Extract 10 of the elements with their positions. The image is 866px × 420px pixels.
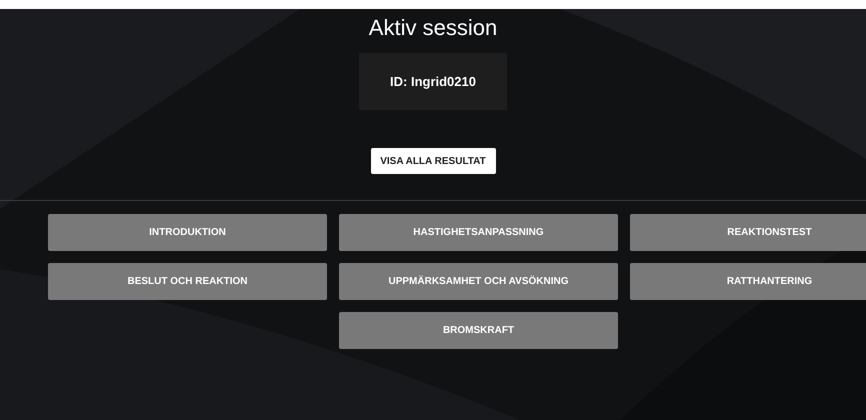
module-button[interactable]: RATTHANTERING [630, 263, 866, 300]
page-title: Aktiv session [368, 14, 498, 42]
module-button[interactable]: HASTIGHETSANPASSNING [339, 214, 618, 251]
show-results-button[interactable]: VISA ALLA RESULTAT [370, 148, 496, 174]
module-button[interactable]: BROMSKRAFT [339, 312, 618, 349]
module-button[interactable]: INTRODUKTION [48, 214, 327, 251]
module-button[interactable]: REAKTIONSTEST [630, 214, 866, 251]
session-id: ID: Ingrid0210 [390, 72, 476, 91]
module-button[interactable]: BESLUT OCH REAKTION [48, 263, 327, 300]
module-button[interactable]: UPPMÄRKSAMHET OCH AVSÖKNING [339, 263, 618, 300]
